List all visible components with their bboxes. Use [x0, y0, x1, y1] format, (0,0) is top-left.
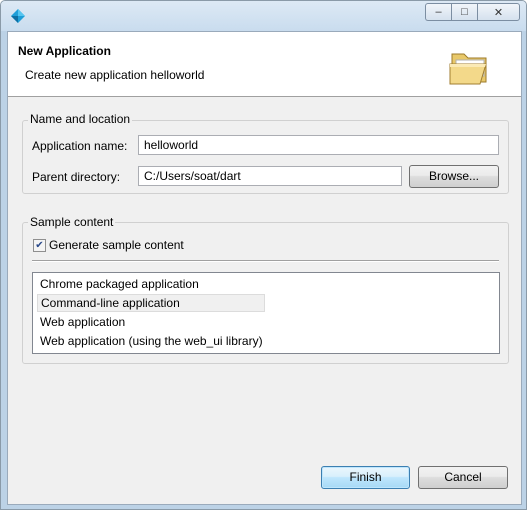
list-item[interactable]: Command-line application	[37, 294, 265, 312]
close-icon: ✕	[493, 6, 504, 19]
list-item[interactable]: Web application (using the web_ui librar…	[37, 332, 263, 350]
dart-logo-icon	[11, 9, 25, 23]
sample-content-title: Sample content	[28, 215, 116, 229]
window-controls: – □ ✕	[425, 3, 520, 21]
sample-type-list[interactable]: Chrome packaged application Command-line…	[32, 272, 500, 354]
cancel-button[interactable]: Cancel	[418, 466, 508, 489]
list-item[interactable]: Web application	[37, 313, 125, 331]
checkmark-icon: ✔	[35, 240, 44, 251]
finish-button[interactable]: Finish	[321, 466, 410, 489]
new-application-window: – □ ✕ New Application Create new applica…	[0, 0, 527, 510]
title-bar[interactable]: – □ ✕	[1, 1, 526, 31]
app-name-field[interactable]: helloworld	[138, 135, 499, 155]
sample-separator	[32, 260, 499, 262]
page-title: New Application	[18, 44, 111, 58]
minimize-button[interactable]: –	[425, 3, 451, 21]
generate-sample-checkbox[interactable]: ✔	[33, 239, 46, 252]
app-name-label: Application name:	[32, 139, 128, 153]
list-item[interactable]: Chrome packaged application	[37, 275, 199, 293]
open-folder-icon	[449, 53, 487, 85]
browse-button[interactable]: Browse...	[409, 165, 499, 188]
name-location-title: Name and location	[28, 112, 133, 126]
generate-sample-label[interactable]: Generate sample content	[49, 238, 184, 252]
page-description: Create new application helloworld	[25, 68, 205, 82]
maximize-icon: □	[461, 6, 468, 18]
minimize-icon: –	[435, 6, 442, 18]
dialog-content: New Application Create new application h…	[7, 31, 522, 505]
parent-dir-label: Parent directory:	[32, 170, 121, 184]
parent-dir-field[interactable]: C:/Users/soat/dart	[138, 166, 402, 186]
close-button[interactable]: ✕	[477, 3, 520, 21]
wizard-header: New Application Create new application h…	[8, 32, 521, 97]
maximize-button[interactable]: □	[451, 3, 477, 21]
